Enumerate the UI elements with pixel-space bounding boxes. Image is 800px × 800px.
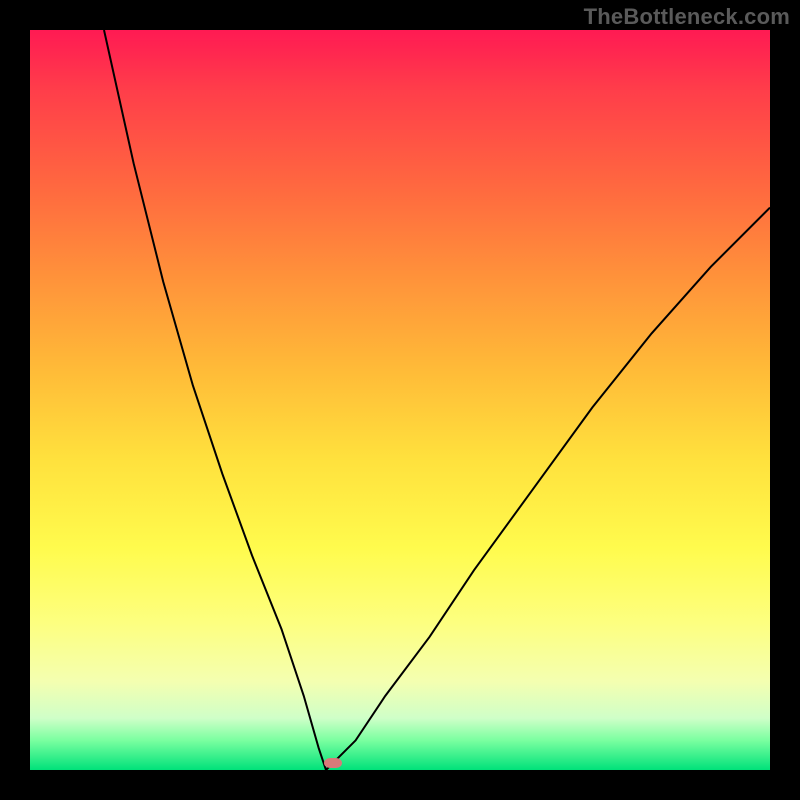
- plot-area: [30, 30, 770, 770]
- minimum-marker: [324, 758, 342, 768]
- chart-frame: TheBottleneck.com: [0, 0, 800, 800]
- gradient-background: [30, 30, 770, 770]
- watermark-text: TheBottleneck.com: [584, 4, 790, 30]
